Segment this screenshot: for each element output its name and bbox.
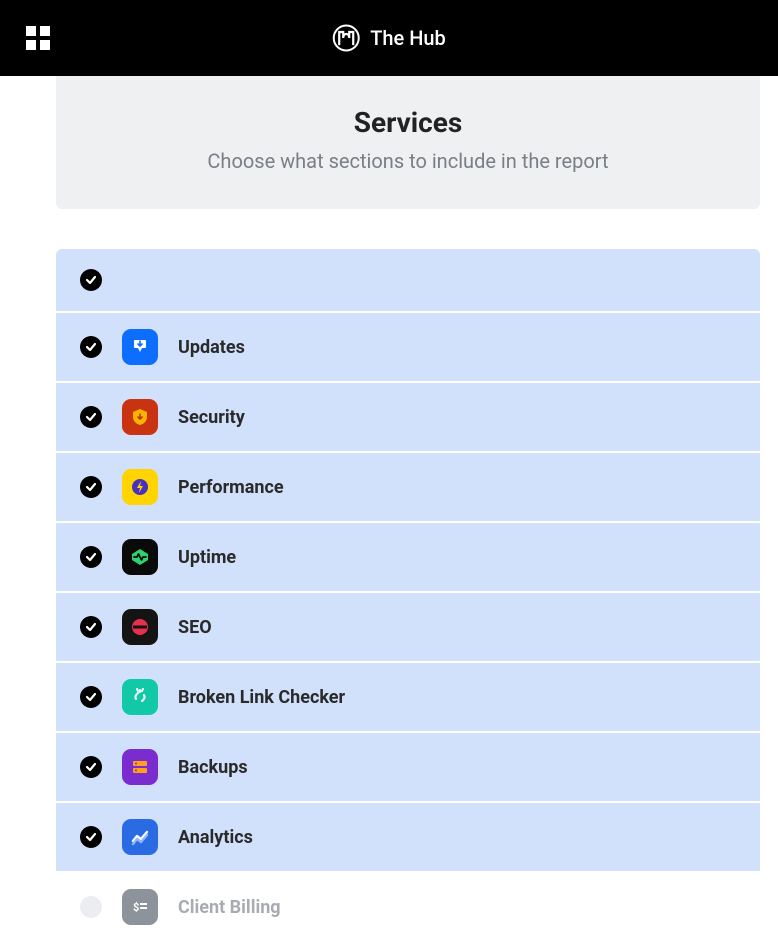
broken-link-icon bbox=[122, 679, 158, 715]
service-row-billing[interactable]: $ Client Billing bbox=[56, 873, 760, 943]
service-label: Backups bbox=[178, 757, 248, 778]
checkbox-performance[interactable] bbox=[80, 476, 102, 498]
brand: The Hub bbox=[332, 24, 446, 52]
service-label: SEO bbox=[178, 617, 212, 638]
checkbox-all[interactable] bbox=[80, 269, 102, 291]
seo-icon bbox=[122, 609, 158, 645]
service-label: Performance bbox=[178, 477, 284, 498]
service-row-performance[interactable]: Performance bbox=[56, 453, 760, 523]
service-label: Security bbox=[178, 407, 245, 428]
service-row-security[interactable]: Security bbox=[56, 383, 760, 453]
uptime-icon bbox=[122, 539, 158, 575]
svg-text:$: $ bbox=[133, 901, 139, 914]
top-bar: The Hub bbox=[0, 0, 778, 76]
checkbox-backups[interactable] bbox=[80, 756, 102, 778]
service-label: Broken Link Checker bbox=[178, 687, 345, 708]
backups-icon bbox=[122, 749, 158, 785]
section-title: Services bbox=[76, 106, 740, 139]
client-billing-icon: $ bbox=[122, 889, 158, 925]
service-label: Analytics bbox=[178, 827, 253, 848]
services-list: Updates Security Performance bbox=[56, 249, 760, 943]
checkbox-uptime[interactable] bbox=[80, 546, 102, 568]
checkbox-blc[interactable] bbox=[80, 686, 102, 708]
service-row-seo[interactable]: SEO bbox=[56, 593, 760, 663]
brand-name: The Hub bbox=[370, 26, 446, 50]
checkbox-seo[interactable] bbox=[80, 616, 102, 638]
service-row-updates[interactable]: Updates bbox=[56, 313, 760, 383]
hub-logo-icon bbox=[332, 24, 360, 52]
updates-icon bbox=[122, 329, 158, 365]
service-row-all[interactable] bbox=[56, 249, 760, 313]
apps-grid-icon[interactable] bbox=[26, 26, 50, 50]
performance-icon bbox=[122, 469, 158, 505]
section-subtitle: Choose what sections to include in the r… bbox=[76, 149, 740, 173]
security-icon bbox=[122, 399, 158, 435]
checkbox-billing[interactable] bbox=[80, 896, 102, 918]
checkbox-updates[interactable] bbox=[80, 336, 102, 358]
service-row-uptime[interactable]: Uptime bbox=[56, 523, 760, 593]
service-row-backups[interactable]: Backups bbox=[56, 733, 760, 803]
checkbox-analytics[interactable] bbox=[80, 826, 102, 848]
service-label: Client Billing bbox=[178, 897, 281, 918]
service-label: Uptime bbox=[178, 547, 236, 568]
service-row-analytics[interactable]: Analytics bbox=[56, 803, 760, 873]
service-row-blc[interactable]: Broken Link Checker bbox=[56, 663, 760, 733]
service-label: Updates bbox=[178, 337, 245, 358]
analytics-icon bbox=[122, 819, 158, 855]
checkbox-security[interactable] bbox=[80, 406, 102, 428]
section-header: Services Choose what sections to include… bbox=[56, 76, 760, 209]
